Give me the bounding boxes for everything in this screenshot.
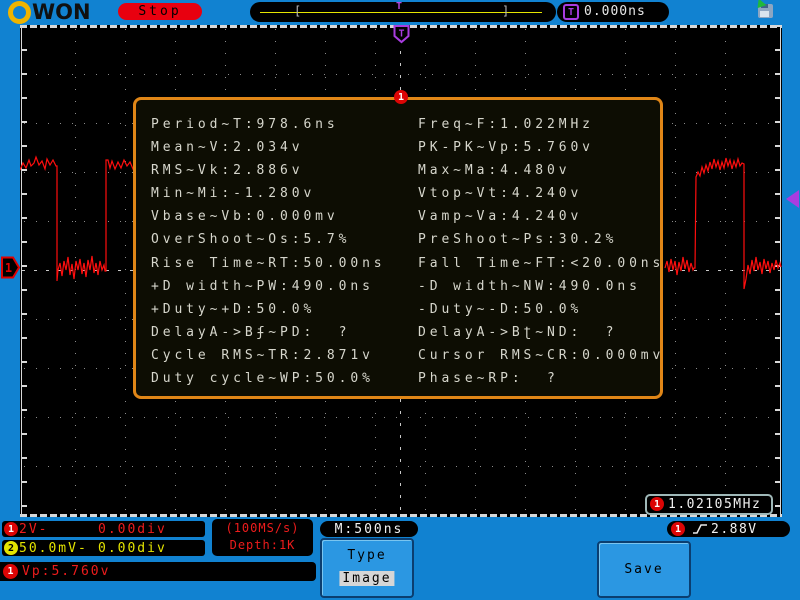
usb-disk-arrow-icon [754, 0, 767, 11]
run-state-indicator: Stop [118, 3, 202, 20]
channel2-status-box: 2 50.0mV- 0.00div [2, 540, 205, 556]
measurement-row: OverShoot~Os:5.7% [151, 228, 386, 251]
usb-disk-label [760, 11, 769, 17]
trigger-position-marker-icon: T [393, 25, 410, 44]
window-start-bracket: [ [294, 4, 301, 18]
save-button[interactable]: Save [597, 541, 691, 598]
owon-logo-ring [8, 1, 31, 24]
measurement-row: Vbase~Vb:0.000mv [151, 205, 386, 228]
acquire-status-box: (100MS/s) Depth:1K [212, 519, 313, 556]
channel1-badge: 1 [4, 522, 18, 536]
channel1-position-marker-icon: 1 [1, 256, 21, 279]
save-button-label: Save [624, 562, 663, 577]
owon-logo-text: WON [32, 0, 91, 24]
measurement-row: Vtop~Vt:4.240v [418, 182, 664, 205]
channel2-offset: 0.00div [98, 541, 167, 556]
measurement-row: Cursor RMS~CR:0.000mv [418, 344, 664, 367]
frequency-counter: 1 1.02105MHz [645, 494, 773, 515]
measurement-channel-badge: 1 [394, 90, 408, 104]
measurement-row: Duty cycle~WP:50.0% [151, 367, 386, 390]
measurement-row: +Duty~+D:50.0% [151, 298, 386, 321]
channel2-scale: 50.0mV- [19, 541, 88, 556]
trigger-source-badge: 1 [671, 522, 685, 536]
measurement-row: Period~T:978.6ns [151, 113, 386, 136]
measurement-row: DelayA->Bʄ~PD: ? [151, 321, 386, 344]
trigger-time-readout: T 0.000ns [557, 2, 669, 22]
channel1-status-box: 1 2V- 0.00div [2, 521, 205, 537]
measure-readout-value: Vp:5.760v [22, 564, 110, 579]
memory-depth: Depth:1K [212, 538, 313, 552]
measurement-row: Phase~RP: ? [418, 367, 664, 390]
measurement-row: Freq~F:1.022MHz [418, 113, 664, 136]
channel1-marker-digit: 1 [5, 261, 12, 275]
run-state-label: Stop [138, 4, 181, 19]
type-button-value: Image [339, 571, 394, 586]
channel1-scale: 2V- [19, 522, 48, 537]
usb-disk-icon [758, 4, 773, 18]
trigger-level-arrow-icon [786, 190, 799, 208]
trigger-position-tick: T [396, 1, 402, 12]
measurement-panel: Period~T:978.6nsMean~V:2.034vRMS~Vk:2.88… [133, 97, 663, 399]
trigger-marker-letter: T [398, 29, 404, 40]
trigger-level-value: 2.88V [711, 522, 758, 537]
measurement-row: Min~Mi:-1.280v [151, 182, 386, 205]
horizontal-position-bar: [ ] T [250, 2, 556, 22]
measurement-row: Fall Time~FT:<20.00ns [418, 252, 664, 275]
measurement-row: PreShoot~Ps:30.2% [418, 228, 664, 251]
type-button-label: Type [322, 548, 412, 563]
measurement-row: DelayA->Bʈ~ND: ? [418, 321, 664, 344]
window-end-bracket: ] [502, 4, 509, 18]
measurement-row: Max~Ma:4.480v [418, 159, 664, 182]
timebase-readout: M:500ns [320, 521, 418, 537]
sample-rate: (100MS/s) [212, 521, 313, 535]
measurement-row: PK-PK~Vp:5.760v [418, 136, 664, 159]
measurement-row: Mean~V:2.034v [151, 136, 386, 159]
rising-edge-icon [692, 522, 709, 536]
owon-logo: WON [8, 1, 91, 23]
measurement-row: -Duty~-D:50.0% [418, 298, 664, 321]
measurement-column-left: Period~T:978.6nsMean~V:2.034vRMS~Vk:2.88… [151, 113, 386, 390]
type-menu-button[interactable]: Type Image [320, 538, 414, 598]
timebase-value: M:500ns [335, 522, 404, 537]
freq-counter-channel-badge: 1 [650, 497, 664, 511]
measurement-row: Cycle RMS~TR:2.871v [151, 344, 386, 367]
measurement-row: +D width~PW:490.0ns [151, 275, 386, 298]
measurement-column-right: Freq~F:1.022MHzPK-PK~Vp:5.760vMax~Ma:4.4… [418, 113, 664, 390]
trigger-level-readout: 1 2.88V [667, 521, 790, 537]
freq-counter-value: 1.02105MHz [668, 497, 761, 512]
channel2-badge: 2 [4, 541, 18, 555]
channel1-offset: 0.00div [98, 522, 167, 537]
trigger-t-icon: T [563, 4, 579, 20]
trigger-time-value: 0.000ns [584, 4, 646, 19]
measurement-row: -D width~NW:490.0ns [418, 275, 664, 298]
measurement-row: RMS~Vk:2.886v [151, 159, 386, 182]
measure-readout-bar: 1 Vp:5.760v [0, 562, 316, 581]
measurement-row: Rise Time~RT:50.00ns [151, 252, 386, 275]
measure-readout-badge: 1 [3, 564, 18, 579]
memory-window-line [260, 12, 542, 13]
measurement-row: Vamp~Va:4.240v [418, 205, 664, 228]
